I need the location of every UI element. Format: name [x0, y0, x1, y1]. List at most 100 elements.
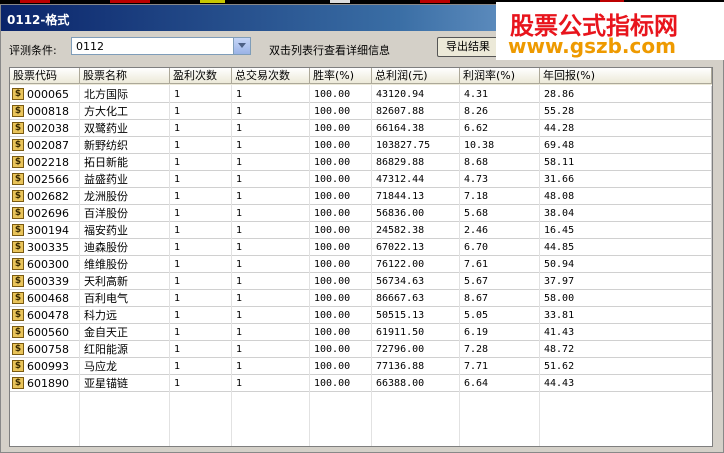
- stock-code: 000818: [27, 105, 69, 118]
- export-button[interactable]: 导出结果: [437, 37, 499, 57]
- watermark-logo: 股票公式指标网 www.gszb.com: [496, 2, 724, 60]
- table-cell: 1: [232, 103, 310, 120]
- table-cell: 7.71: [460, 358, 540, 375]
- table-row[interactable]: $000065 北方国际 1 1 100.00 43120.94 4.31 28.86: [10, 86, 712, 103]
- table-row[interactable]: $600560 金自天正 1 1 100.00 61911.50 6.19 41.43: [10, 324, 712, 341]
- table-cell: 100.00: [310, 273, 372, 290]
- table-cell: 76122.00: [372, 256, 460, 273]
- column-header[interactable]: 胜率(%): [310, 68, 372, 84]
- table-cell: $600993: [10, 358, 80, 375]
- table-row[interactable]: $300194 福安药业 1 1 100.00 24582.38 2.46 16.45: [10, 222, 712, 239]
- table-cell: 龙洲股份: [80, 188, 170, 205]
- column-divider: [539, 85, 540, 446]
- table-cell: 1: [170, 222, 232, 239]
- stock-code: 002566: [27, 173, 69, 186]
- stock-code: 601890: [27, 377, 69, 390]
- stock-code: 002087: [27, 139, 69, 152]
- table-cell: $002696: [10, 205, 80, 222]
- stock-icon: $: [12, 156, 24, 168]
- table-row[interactable]: $002682 龙洲股份 1 1 100.00 71844.13 7.18 48.08: [10, 188, 712, 205]
- table-cell: 82607.88: [372, 103, 460, 120]
- table-row[interactable]: $002038 双鹭药业 1 1 100.00 66164.38 6.62 44.28: [10, 120, 712, 137]
- stock-code: 600478: [27, 309, 69, 322]
- table-cell: 1: [170, 171, 232, 188]
- table-cell: 1: [232, 375, 310, 392]
- table-cell: 100.00: [310, 205, 372, 222]
- table-cell: 67022.13: [372, 239, 460, 256]
- table-cell: 100.00: [310, 154, 372, 171]
- table-row[interactable]: $000818 方大化工 1 1 100.00 82607.88 8.26 55.28: [10, 103, 712, 120]
- table-row[interactable]: $600339 天利高新 1 1 100.00 56734.63 5.67 37.97: [10, 273, 712, 290]
- table-row[interactable]: $002696 百洋股份 1 1 100.00 56836.00 5.68 38.04: [10, 205, 712, 222]
- results-table[interactable]: 股票代码 股票名称 盈利次数 总交易次数 胜率(%) 总利润(元) 利润率(%) 年回报(%)…: [9, 67, 713, 447]
- table-cell: 71844.13: [372, 188, 460, 205]
- table-cell: 24582.38: [372, 222, 460, 239]
- table-cell: 新野纺织: [80, 137, 170, 154]
- table-row[interactable]: $600993 马应龙 1 1 100.00 77136.88 7.71 51.62: [10, 358, 712, 375]
- table-cell: 1: [170, 358, 232, 375]
- table-cell: 100.00: [310, 137, 372, 154]
- table-cell: 38.04: [540, 205, 712, 222]
- table-row[interactable]: $601890 亚星锚链 1 1 100.00 66388.00 6.64 44.43: [10, 375, 712, 392]
- stock-icon: $: [12, 207, 24, 219]
- table-cell: 41.43: [540, 324, 712, 341]
- column-header[interactable]: 总利润(元): [372, 68, 460, 84]
- table-cell: 1: [170, 290, 232, 307]
- table-cell: 1: [232, 341, 310, 358]
- table-cell: 1: [170, 307, 232, 324]
- column-header[interactable]: 盈利次数: [170, 68, 232, 84]
- table-row[interactable]: $002218 拓日新能 1 1 100.00 86829.88 8.68 58.11: [10, 154, 712, 171]
- table-cell: 4.31: [460, 86, 540, 103]
- table-cell: 1: [232, 154, 310, 171]
- column-header[interactable]: 总交易次数: [232, 68, 310, 84]
- table-cell: 7.18: [460, 188, 540, 205]
- table-cell: 科力远: [80, 307, 170, 324]
- stock-icon: $: [12, 88, 24, 100]
- table-cell: 1: [232, 290, 310, 307]
- table-cell: 100.00: [310, 358, 372, 375]
- stock-icon: $: [12, 326, 24, 338]
- table-row[interactable]: $002087 新野纺织 1 1 100.00 103827.75 10.38 69.48: [10, 137, 712, 154]
- table-row[interactable]: $600300 维维股份 1 1 100.00 76122.00 7.61 50.94: [10, 256, 712, 273]
- stock-icon: $: [12, 173, 24, 185]
- table-row[interactable]: $600468 百利电气 1 1 100.00 86667.63 8.67 58.00: [10, 290, 712, 307]
- stock-code: 002696: [27, 207, 69, 220]
- stock-code: 600300: [27, 258, 69, 271]
- table-cell: 1: [170, 103, 232, 120]
- table-cell: 100.00: [310, 375, 372, 392]
- table-cell: 72796.00: [372, 341, 460, 358]
- table-row[interactable]: $002566 益盛药业 1 1 100.00 47312.44 4.73 31.66: [10, 171, 712, 188]
- table-cell: 1: [232, 188, 310, 205]
- column-header[interactable]: 股票名称: [80, 68, 170, 84]
- table-cell: 100.00: [310, 341, 372, 358]
- column-header[interactable]: 股票代码: [10, 68, 80, 84]
- table-cell: $601890: [10, 375, 80, 392]
- column-header[interactable]: 利润率(%): [460, 68, 540, 84]
- stock-code: 600560: [27, 326, 69, 339]
- stock-icon: $: [12, 224, 24, 236]
- table-row[interactable]: $600478 科力远 1 1 100.00 50515.13 5.05 33.81: [10, 307, 712, 324]
- table-header: 股票代码 股票名称 盈利次数 总交易次数 胜率(%) 总利润(元) 利润率(%) 年回报(%): [10, 68, 712, 85]
- stock-icon: $: [12, 275, 24, 287]
- table-cell: 50.94: [540, 256, 712, 273]
- table-cell: 维维股份: [80, 256, 170, 273]
- table-cell: $002218: [10, 154, 80, 171]
- table-cell: $002566: [10, 171, 80, 188]
- column-header[interactable]: 年回报(%): [540, 68, 712, 84]
- stock-icon: $: [12, 258, 24, 270]
- table-cell: 1: [170, 239, 232, 256]
- table-cell: $600300: [10, 256, 80, 273]
- stock-icon: $: [12, 190, 24, 202]
- table-cell: 马应龙: [80, 358, 170, 375]
- table-cell: 48.72: [540, 341, 712, 358]
- table-cell: 1: [170, 205, 232, 222]
- chevron-down-icon[interactable]: [233, 38, 250, 54]
- table-row[interactable]: $600758 红阳能源 1 1 100.00 72796.00 7.28 48.72: [10, 341, 712, 358]
- condition-select[interactable]: 0112: [71, 37, 251, 55]
- table-cell: 8.68: [460, 154, 540, 171]
- table-row[interactable]: $300335 迪森股份 1 1 100.00 67022.13 6.70 44.85: [10, 239, 712, 256]
- stock-icon: $: [12, 309, 24, 321]
- stock-code: 600758: [27, 343, 69, 356]
- table-cell: 1: [232, 222, 310, 239]
- column-divider: [459, 85, 460, 446]
